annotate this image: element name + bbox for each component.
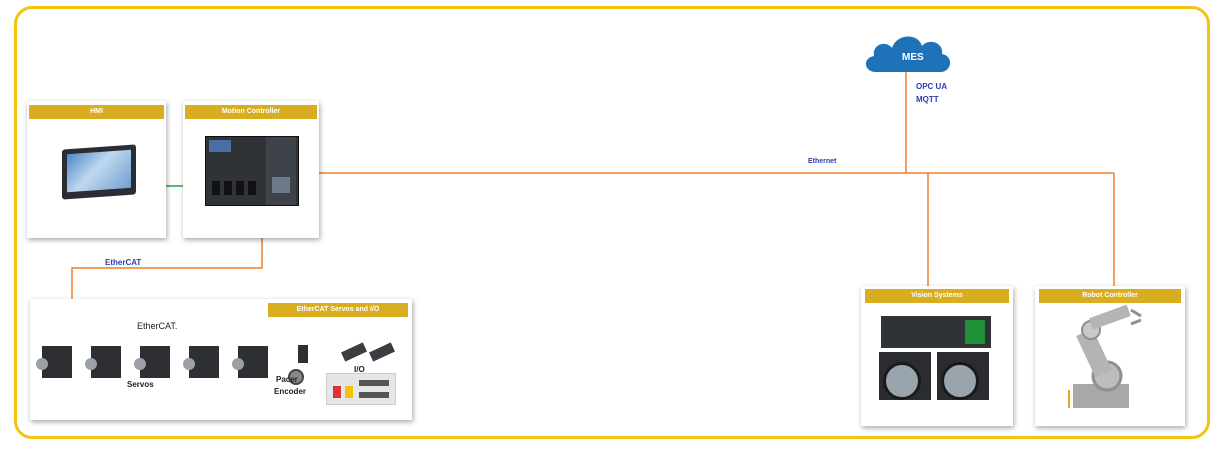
motion-controller-card: Motion Controller xyxy=(183,101,319,238)
vision-pc-image xyxy=(881,316,991,348)
mes-cloud: MES xyxy=(862,28,954,76)
vision-systems-card: Vision Systems xyxy=(861,286,1013,426)
ethernet-label: Ethernet xyxy=(808,158,837,165)
opc-ua-label: OPC UA xyxy=(916,82,948,91)
vision-systems-card-header: Vision Systems xyxy=(865,289,1009,303)
servos-label: Servos xyxy=(127,380,154,389)
servo-2 xyxy=(85,346,121,378)
motion-controller-image xyxy=(205,136,299,206)
motion-controller-card-header: Motion Controller xyxy=(185,105,317,119)
servos-io-card-header: EtherCAT Servos and I/O xyxy=(268,303,408,317)
encoder-label: Encoder xyxy=(274,387,307,396)
io-module-2 xyxy=(369,342,395,362)
servos-io-card: EtherCAT Servos and I/O EtherCAT. Servos… xyxy=(30,299,412,420)
robot-controller-card: Robot Controller xyxy=(1035,286,1185,426)
ethercat-logo: EtherCAT. xyxy=(137,321,178,331)
io-label: I/O xyxy=(354,365,365,374)
hmi-panel-image xyxy=(62,144,136,200)
servo-3 xyxy=(134,346,170,378)
servo-4 xyxy=(183,346,219,378)
io-panel-image xyxy=(326,373,396,405)
camera-2 xyxy=(937,352,989,400)
mqtt-label: MQTT xyxy=(916,95,939,104)
robot-arm-icon xyxy=(1068,304,1142,408)
servo-5 xyxy=(232,346,268,378)
pacer-label: Pacer xyxy=(276,375,298,384)
io-module-1 xyxy=(341,342,367,362)
servo-1 xyxy=(36,346,72,378)
mes-label: MES xyxy=(902,52,924,63)
camera-1 xyxy=(879,352,931,400)
pacer-encoder-device xyxy=(298,345,308,363)
ethercat-label: EtherCAT xyxy=(105,258,142,267)
hmi-card: HMI xyxy=(27,101,166,238)
hmi-card-header: HMI xyxy=(29,105,164,119)
